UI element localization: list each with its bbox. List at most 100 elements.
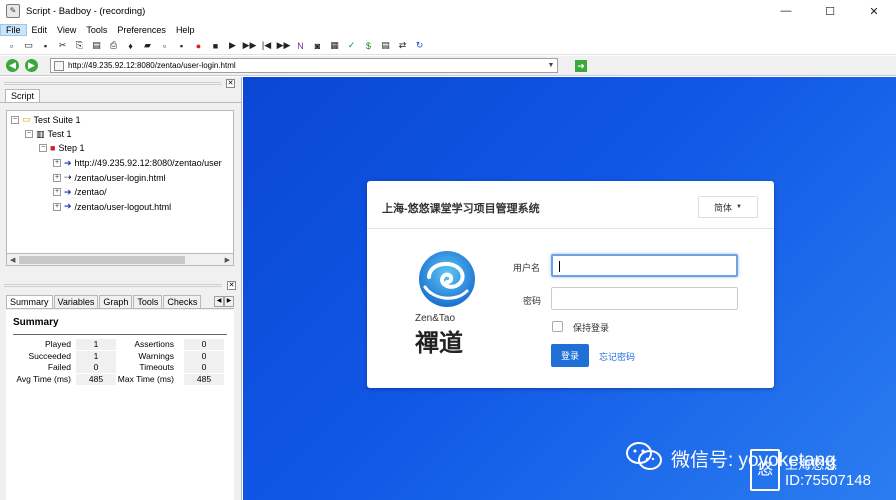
menu-tools[interactable]: Tools	[81, 25, 112, 35]
menu-edit[interactable]: Edit	[27, 25, 53, 35]
tree-node[interactable]: + ➔/zentao/user-logout.html	[53, 201, 171, 212]
scroll-thumb[interactable]	[19, 255, 185, 264]
tab-left-icon[interactable]: ◀	[214, 296, 224, 307]
watermark-badge: 悠	[750, 449, 780, 491]
cut-icon[interactable]: ✂	[55, 38, 70, 53]
url-input[interactable]: http://49.235.92.12:8080/zentao/user-log…	[68, 61, 545, 70]
window-controls: — ☐ ✕	[764, 0, 896, 22]
collapse-icon[interactable]: −	[39, 144, 47, 152]
stat-value: 1	[76, 339, 116, 350]
tree-node[interactable]: − ▥ Test 1	[25, 129, 72, 140]
logo-chinese: 禪道	[415, 328, 463, 357]
expand-icon[interactable]: +	[53, 188, 61, 196]
script-tab-strip: Script	[0, 89, 241, 103]
menu-file[interactable]: File	[0, 23, 27, 36]
collapse-icon[interactable]: −	[25, 130, 33, 138]
tab-summary[interactable]: Summary	[6, 295, 53, 308]
password-input[interactable]	[551, 287, 738, 310]
menu-preferences[interactable]: Preferences	[112, 25, 171, 35]
tree-node[interactable]: − ■ Step 1	[39, 143, 84, 153]
folder-add-icon[interactable]: ▰	[140, 38, 155, 53]
play-all-icon[interactable]: ▶▶	[242, 38, 257, 53]
tree-node[interactable]: − ▭ Test Suite 1	[11, 114, 81, 125]
tab-checks[interactable]: Checks	[163, 295, 202, 308]
tree-node[interactable]: + ➔ http://49.235.92.12:8080/zentao/user	[53, 158, 222, 169]
summary-panel: Summary Played 1 Succeeded 1 Failed 0 Avg Time…	[6, 310, 234, 500]
tree-node-label: Step 1	[58, 143, 85, 153]
tab-script[interactable]: Script	[5, 89, 41, 102]
tab-right-icon[interactable]: ▶	[224, 296, 234, 307]
maximize-button[interactable]: ☐	[808, 0, 852, 22]
dollar-icon[interactable]: $	[361, 38, 376, 53]
collapse-icon[interactable]: −	[11, 115, 19, 124]
n-icon[interactable]: N	[293, 38, 308, 53]
camera-icon[interactable]: ◙	[310, 38, 325, 53]
expand-icon[interactable]: +	[53, 173, 61, 182]
expand-icon[interactable]: +	[53, 159, 61, 167]
wand-icon[interactable]: ♦	[123, 38, 138, 53]
copy-icon[interactable]: ⎘	[72, 38, 87, 53]
menu-help[interactable]: Help	[171, 25, 200, 35]
step-icon: ■	[50, 143, 56, 153]
stat-value: 0	[184, 362, 224, 373]
print-icon[interactable]: ⎙	[106, 38, 121, 53]
tree-node-label: /zentao/user-login.html	[74, 172, 166, 183]
scroll-right-icon[interactable]: ▶	[225, 256, 230, 264]
toolbar: ▫ ▭ ▪ ✂ ⎘ ▤ ⎙ ♦ ▰ ▫ ▪ ● ■ ▶ ▶▶ |◀ ▶▶ N ◙ ▦ ✓ $ ▤ ⇄ ↻	[0, 37, 896, 55]
request-icon[interactable]: ▪	[174, 38, 189, 53]
stat-value: 0	[184, 350, 224, 362]
go-icon[interactable]: ➔	[575, 60, 587, 72]
pane-grip[interactable]	[4, 82, 221, 85]
tree-node[interactable]: + ⇢/zentao/user-login.html	[53, 172, 166, 183]
close-pane-icon[interactable]: ✕	[227, 280, 236, 290]
username-label: 用户名	[513, 263, 541, 273]
play-icon[interactable]: ▶	[225, 38, 240, 53]
stat-label: Timeouts	[139, 362, 174, 372]
fast-forward-icon[interactable]: ▶▶	[276, 38, 291, 53]
save-icon[interactable]: ▪	[38, 38, 53, 53]
forward-icon[interactable]: ▶	[25, 59, 38, 72]
username-input[interactable]	[551, 254, 738, 277]
open-icon[interactable]: ▭	[21, 38, 36, 53]
tools-icon[interactable]: ⇄	[395, 38, 410, 53]
close-button[interactable]: ✕	[852, 0, 896, 22]
back-icon[interactable]: ◀	[6, 59, 19, 72]
scroll-left-icon[interactable]: ◀	[10, 256, 15, 264]
chevron-down-icon[interactable]: ▼	[545, 62, 557, 69]
pane-grip[interactable]	[4, 284, 222, 287]
expand-icon[interactable]: +	[53, 202, 61, 211]
watermark-brand: 上海悠悠	[785, 457, 838, 472]
remember-checkbox[interactable]	[552, 321, 563, 332]
stat-value: 485	[76, 373, 116, 385]
stat-value: 485	[184, 373, 224, 385]
grid-icon[interactable]: ▤	[378, 38, 393, 53]
language-select[interactable]: 简体 ▼	[698, 196, 758, 218]
menu-bar: File Edit View Tools Preferences Help	[0, 22, 896, 37]
refresh-icon[interactable]: ↻	[412, 38, 427, 53]
password-label: 密码	[523, 296, 542, 306]
close-pane-icon[interactable]: ✕	[226, 78, 235, 88]
url-combobox[interactable]: http://49.235.92.12:8080/zentao/user-log…	[50, 58, 558, 73]
tree-node-label: Test Suite 1	[33, 114, 81, 125]
minimize-button[interactable]: —	[764, 0, 808, 22]
title-bar: ✎ Script - Badboy - (recording) — ☐ ✕	[0, 0, 896, 22]
menu-view[interactable]: View	[52, 25, 81, 35]
stat-value: 1	[76, 350, 116, 362]
login-button[interactable]: 登录	[551, 344, 589, 367]
new-icon[interactable]: ▫	[4, 38, 19, 53]
step-add-icon[interactable]: ▫	[157, 38, 172, 53]
paste-icon[interactable]: ▤	[89, 38, 104, 53]
step-back-icon[interactable]: |◀	[259, 38, 274, 53]
check-icon[interactable]: ✓	[344, 38, 359, 53]
forgot-password-link[interactable]: 忘记密码	[599, 350, 635, 363]
tree-node[interactable]: + ➔/zentao/	[53, 187, 107, 198]
stat-label: Succeeded	[28, 350, 71, 361]
tab-variables[interactable]: Variables	[53, 295, 99, 308]
tab-graph[interactable]: Graph	[99, 295, 133, 308]
stat-label: Failed	[47, 362, 71, 372]
table-icon[interactable]: ▦	[327, 38, 342, 53]
tab-tools[interactable]: Tools	[133, 295, 163, 308]
stop-icon[interactable]: ■	[208, 38, 223, 53]
record-icon[interactable]: ●	[191, 38, 206, 53]
tree-scrollbar[interactable]: ◀ ▶	[6, 254, 234, 266]
